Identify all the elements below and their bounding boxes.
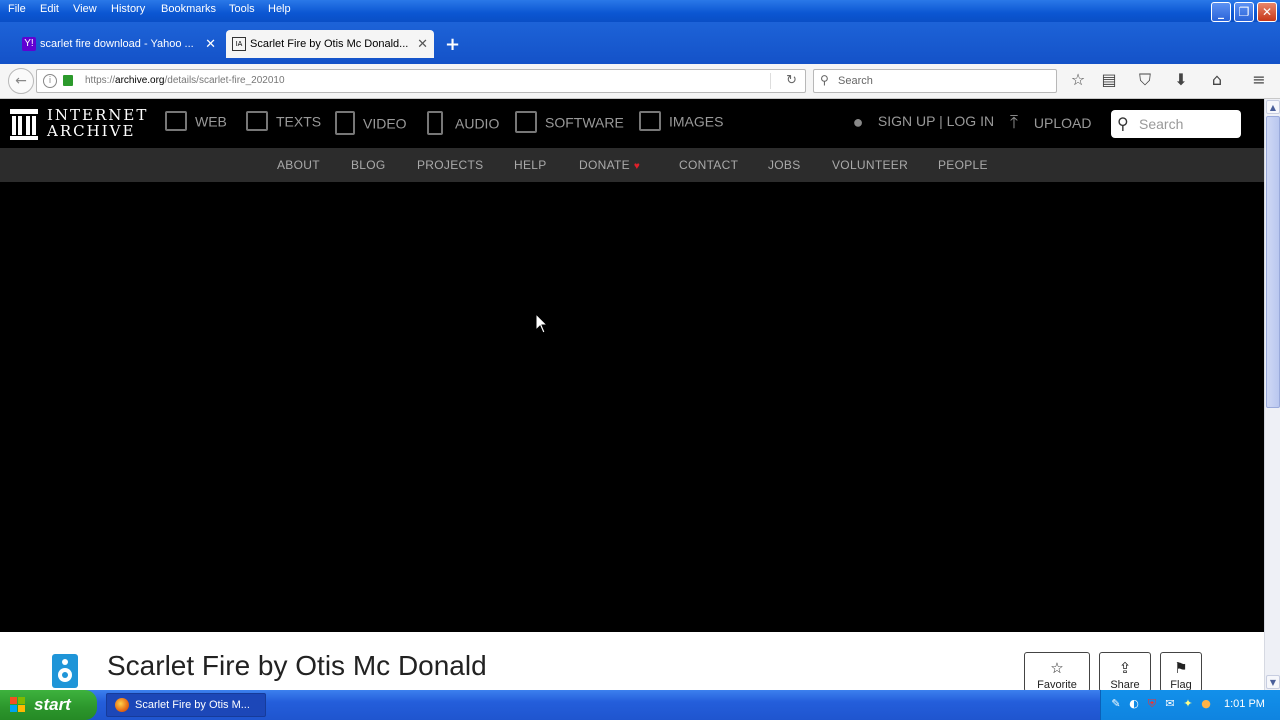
nav-bar: ← i https://archive.org/details/scarlet-… — [0, 64, 1280, 99]
menu-tools[interactable]: Tools — [229, 3, 255, 15]
ia-search-field[interactable]: ⚲ Search — [1111, 110, 1241, 138]
web-icon — [165, 111, 187, 131]
menu-bookmarks[interactable]: Bookmarks — [161, 3, 216, 15]
clock: 1:01 PM — [1224, 698, 1265, 710]
item-title: Scarlet Fire by Otis Mc Donald — [107, 650, 487, 681]
item-header: Scarlet Fire by Otis Mc Donald ☆ Favorit… — [0, 632, 1264, 692]
search-icon: ⚲ — [1117, 114, 1129, 133]
media-player[interactable] — [0, 182, 1264, 632]
sign-up-login-link[interactable]: ● SIGN UP | LOG IN — [848, 112, 995, 133]
scroll-thumb[interactable] — [1266, 116, 1280, 408]
nav-audio[interactable]: AUDIO — [427, 111, 499, 137]
nav-texts[interactable]: TEXTS — [246, 111, 321, 133]
system-tray: ✎ ◐ ⛨ ✉ ✦ ● 1:01 PM — [1100, 690, 1280, 720]
share-button[interactable]: ⇪ Share — [1099, 652, 1151, 692]
downloads-icon[interactable]: ⬇ — [1170, 70, 1192, 89]
search-placeholder: Search — [838, 75, 873, 87]
image-icon — [639, 111, 661, 131]
ia-brand-text: INTERNET ARCHIVE — [47, 106, 149, 140]
pocket-icon[interactable]: ⛉ — [1134, 70, 1156, 90]
minimize-button[interactable]: _ — [1211, 2, 1231, 22]
restore-button[interactable]: ❐ — [1234, 2, 1254, 22]
flag-icon: ⚑ — [1174, 659, 1188, 677]
archive-temple-icon — [10, 109, 38, 140]
nav-software[interactable]: SOFTWARE — [515, 111, 624, 135]
url-text[interactable]: https://archive.org/details/scarlet-fire… — [85, 75, 285, 86]
tray-security-icon[interactable]: ⛨ — [1145, 697, 1159, 711]
nav-web[interactable]: WEB — [165, 111, 227, 133]
menu-history[interactable]: History — [111, 3, 145, 15]
tab-close-icon[interactable]: ✕ — [205, 30, 216, 58]
bookmark-star-icon[interactable]: ☆ — [1067, 70, 1089, 89]
browser-search-field[interactable]: ⚲ Search — [813, 69, 1057, 93]
taskbar: start Scarlet Fire by Otis M... ✎ ◐ ⛨ ✉ … — [0, 690, 1280, 720]
screen: File Edit View History Bookmarks Tools H… — [0, 0, 1280, 720]
url-separator — [770, 73, 771, 89]
floppy-icon — [515, 111, 537, 133]
user-icon: ● — [852, 112, 864, 132]
subnav-donate[interactable]: DONATE ♥ — [579, 158, 640, 172]
menu-bar: File Edit View History Bookmarks Tools H… — [0, 0, 1280, 22]
tab-close-icon[interactable]: ✕ — [417, 30, 428, 58]
back-button[interactable]: ← — [8, 68, 34, 94]
tray-mail-icon[interactable]: ✉ — [1163, 697, 1177, 711]
start-button[interactable]: start — [0, 690, 97, 720]
tray-person-icon[interactable]: ✦ — [1181, 697, 1195, 711]
heart-icon: ♥ — [633, 161, 641, 172]
favorite-button[interactable]: ☆ Favorite — [1024, 652, 1090, 692]
menu-help[interactable]: Help — [268, 3, 291, 15]
subnav-volunteer[interactable]: VOLUNTEER — [832, 158, 908, 172]
nav-images[interactable]: IMAGES — [639, 111, 723, 133]
book-icon — [246, 111, 268, 131]
search-placeholder: Search — [1139, 116, 1184, 132]
new-tab-button[interactable]: + — [445, 34, 460, 55]
speaker-icon — [427, 111, 443, 135]
subnav-projects[interactable]: PROJECTS — [417, 158, 483, 172]
scroll-up-icon[interactable]: ▲ — [1266, 100, 1280, 114]
address-bar[interactable]: i https://archive.org/details/scarlet-fi… — [36, 69, 806, 93]
tab-strip: Y! scarlet fire download - Yahoo ... ✕ I… — [0, 22, 1280, 64]
menu-view[interactable]: View — [73, 3, 97, 15]
tab-label: scarlet fire download - Yahoo ... — [40, 38, 194, 50]
lock-icon — [63, 75, 73, 86]
film-icon — [335, 111, 355, 135]
scroll-down-icon[interactable]: ▼ — [1266, 675, 1280, 689]
tab-label: Scarlet Fire by Otis Mc Donald... — [250, 38, 409, 50]
reload-icon[interactable]: ↻ — [786, 73, 797, 88]
nav-video[interactable]: VIDEO — [335, 111, 407, 137]
subnav-help[interactable]: HELP — [514, 158, 547, 172]
taskbar-window-firefox[interactable]: Scarlet Fire by Otis M... — [106, 693, 266, 717]
flag-button[interactable]: ⚑ Flag — [1160, 652, 1202, 692]
star-icon: ☆ — [1050, 659, 1064, 677]
tab-scarlet-fire[interactable]: IA Scarlet Fire by Otis Mc Donald... ✕ — [226, 30, 434, 58]
close-window-button[interactable]: ✕ — [1257, 2, 1277, 22]
tray-firefox-icon[interactable]: ● — [1199, 697, 1213, 711]
menu-file[interactable]: File — [8, 3, 26, 15]
subnav-blog[interactable]: BLOG — [351, 158, 386, 172]
ia-subnav: ABOUT BLOG PROJECTS HELP DONATE ♥ CONTACT… — [0, 148, 1264, 182]
upload-icon: ⤒ — [1010, 112, 1018, 132]
upload-link[interactable]: ⤒ UPLOAD — [1004, 112, 1091, 133]
info-icon[interactable]: i — [43, 74, 57, 88]
tab-yahoo[interactable]: Y! scarlet fire download - Yahoo ... ✕ — [16, 30, 222, 58]
audio-item-icon — [52, 654, 78, 688]
archive-favicon-icon: IA — [232, 37, 246, 51]
home-icon[interactable]: ⌂ — [1206, 70, 1228, 89]
subnav-about[interactable]: ABOUT — [277, 158, 320, 172]
search-icon: ⚲ — [820, 73, 829, 87]
windows-flag-icon — [10, 697, 26, 713]
yahoo-favicon-icon: Y! — [22, 37, 36, 51]
tray-pen-icon[interactable]: ✎ — [1109, 697, 1123, 711]
subnav-jobs[interactable]: JOBS — [768, 158, 801, 172]
menu-edit[interactable]: Edit — [40, 3, 59, 15]
share-icon: ⇪ — [1118, 659, 1132, 677]
menu-hamburger-icon[interactable]: ≡ — [1248, 70, 1270, 89]
tray-network-icon[interactable]: ◐ — [1127, 697, 1141, 711]
subnav-contact[interactable]: CONTACT — [679, 158, 738, 172]
subnav-people[interactable]: PEOPLE — [938, 158, 988, 172]
reading-list-icon[interactable]: ▤ — [1098, 70, 1120, 89]
vertical-scrollbar[interactable]: ▲ ▼ — [1264, 99, 1280, 690]
firefox-icon — [115, 698, 129, 712]
